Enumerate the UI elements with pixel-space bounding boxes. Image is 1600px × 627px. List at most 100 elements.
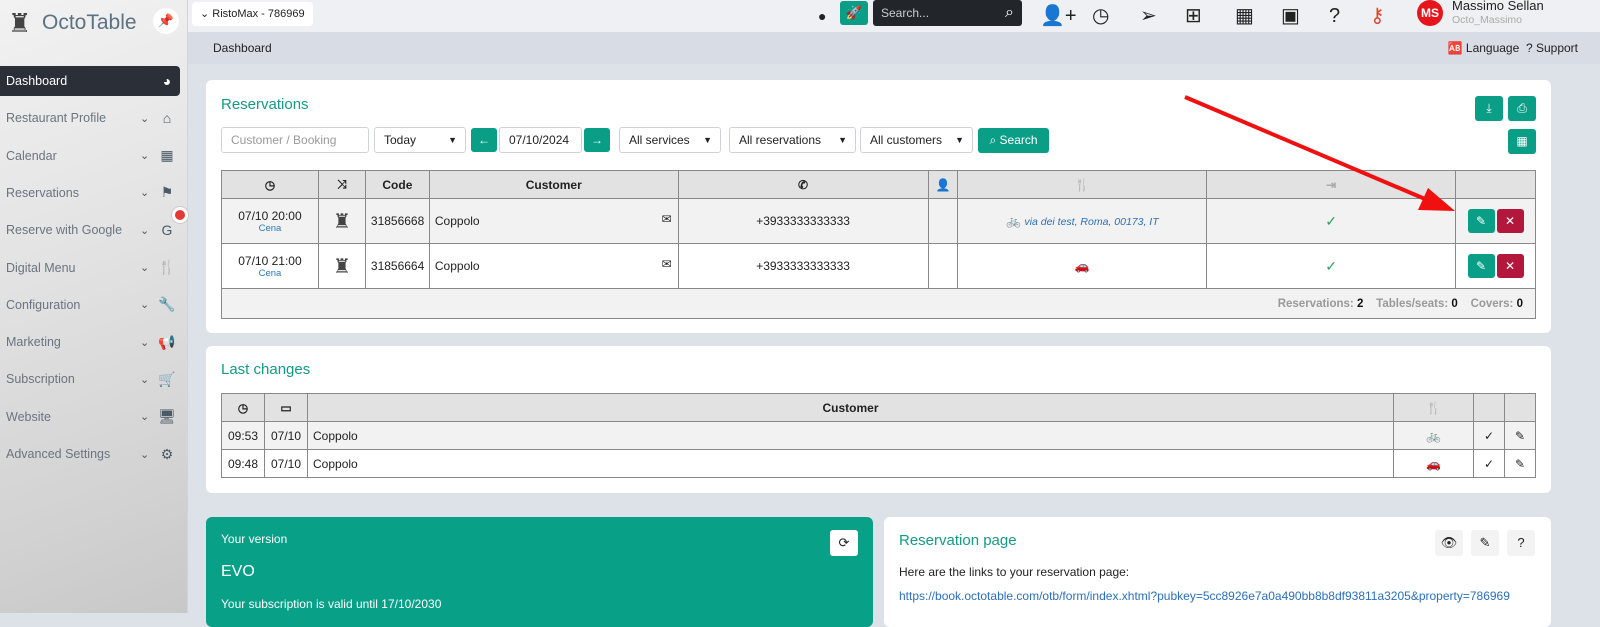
sidebar-item-digital-menu[interactable]: Digital Menu ⌄ 🍴	[0, 253, 180, 283]
view-button[interactable]: 👁	[1435, 530, 1463, 556]
add-user-icon[interactable]: 👤+	[1040, 4, 1077, 28]
print-button[interactable]: ⎙	[1508, 96, 1536, 121]
send-icon[interactable]: ➢	[1140, 4, 1157, 28]
chef-icon: ♜	[317, 198, 366, 244]
day-value: Today	[384, 133, 417, 147]
sidebar-item-dashboard[interactable]: Dashboard ◕	[0, 66, 180, 96]
status-dot-icon: ●	[818, 8, 827, 24]
refresh-button[interactable]: ⟳	[830, 530, 858, 556]
person-header-icon: 👤	[927, 170, 959, 199]
bike-icon: 🚲	[1393, 421, 1474, 450]
time-header-icon[interactable]: ◷	[221, 170, 319, 199]
restaurant-name: RistoMax - 786969	[212, 8, 305, 20]
edit-reservation-button[interactable]: ✎	[1467, 254, 1495, 278]
help-icon[interactable]: ?	[1329, 4, 1340, 28]
breadcrumb-current: Dashboard	[213, 41, 272, 55]
customer-search-input[interactable]: Customer / Booking	[221, 127, 369, 153]
code-header[interactable]: Code	[364, 170, 430, 199]
customer-header[interactable]: Customer	[428, 170, 679, 199]
support-link[interactable]: ? Support	[1526, 41, 1578, 55]
sidebar-item-label: Dashboard	[6, 74, 68, 88]
sidebar-item-reserve-with-google[interactable]: Reserve with Google ⌄ G	[0, 215, 180, 245]
edit-button[interactable]: ✎	[1471, 530, 1499, 556]
reservations-select[interactable]: All reservations ▼	[729, 127, 856, 153]
last-changes-table: ◷ ▭ Customer 🍴 09:53 07/10 Coppolo 🚲 ✓ ✎…	[221, 393, 1536, 478]
sidebar-item-label: Subscription	[6, 372, 75, 387]
customer-name[interactable]: Coppolo	[435, 259, 480, 273]
chevron-down-icon: ⌄	[140, 299, 150, 312]
date-input[interactable]: 07/10/2024	[499, 127, 582, 153]
change-time: 09:48	[221, 449, 265, 478]
user-name[interactable]: Massimo Sellan	[1452, 0, 1544, 13]
version-card: Your version EVO Your subscription is va…	[206, 517, 873, 627]
reservation-page-link[interactable]: https://book.octotable.com/otb/form/inde…	[899, 589, 1510, 603]
chevron-down-icon: ⌄	[140, 187, 150, 200]
change-customer: Coppolo	[307, 449, 1394, 478]
chevron-down-icon: ⌄	[140, 262, 150, 274]
check-icon: ✓	[1206, 198, 1456, 244]
sitemap-icon[interactable]: ⊞	[1185, 4, 1202, 28]
sidebar-item-reservations[interactable]: Reservations ⌄ ⚑	[0, 178, 180, 208]
edit-icon[interactable]: ✎	[1504, 421, 1536, 450]
sidebar-item-configuration[interactable]: Configuration ⌄ 🔧	[0, 290, 180, 320]
sidebar-item-label: Reservations	[6, 185, 79, 200]
sidebar-item-label: Digital Menu	[6, 260, 76, 275]
search-icon[interactable]: ⌕	[1005, 0, 1014, 26]
services-select[interactable]: All services ▼	[619, 127, 721, 153]
change-date: 07/10	[264, 449, 308, 478]
reservations-card: Reservations ⤓ ⎙ ▦ Customer / Booking To…	[206, 80, 1551, 333]
sidebar-item-website[interactable]: Website ⌄ 🖥	[0, 402, 180, 432]
sidebar-item-marketing[interactable]: Marketing ⌄ 📢	[0, 327, 180, 357]
key-icon[interactable]: ⚷	[1370, 4, 1385, 28]
user-login: Octo_Massimo	[1452, 14, 1523, 26]
day-select[interactable]: Today ▼	[374, 127, 466, 153]
download-button[interactable]: ⤓	[1475, 96, 1503, 121]
table-row[interactable]: 07/10 21:00 Cena ♜ 31856664 Coppolo ✉ +393…	[221, 243, 1536, 289]
images-icon[interactable]: ▣	[1281, 4, 1300, 28]
logo[interactable]: ♜ OctoTable	[8, 6, 137, 40]
search-input[interactable]: Search... ⌕	[873, 0, 1022, 26]
monitor-icon: 🖥	[158, 408, 176, 425]
sidebar-item-restaurant-profile[interactable]: Restaurant Profile ⌄ ⌂	[0, 103, 180, 133]
shuffle-header-icon[interactable]: ⤨	[317, 170, 366, 199]
check-icon: ✓	[1206, 243, 1456, 289]
restaurant-selector[interactable]: ⌄ RistoMax - 786969	[192, 2, 313, 26]
envelope-icon[interactable]: ✉	[662, 257, 672, 271]
envelope-icon[interactable]: ✉	[662, 212, 672, 226]
car-icon: 🚗	[1393, 449, 1474, 478]
language-link[interactable]: 🆎 Language	[1448, 41, 1520, 55]
change-customer: Coppolo	[307, 421, 1394, 450]
prev-day-button[interactable]: ←	[471, 128, 497, 152]
list-item: 09:53 07/10 Coppolo 🚲 ✓ ✎	[221, 421, 1536, 450]
customer-name[interactable]: Coppolo	[435, 214, 480, 228]
delete-reservation-button[interactable]: ✕	[1496, 209, 1524, 233]
chevron-down-icon: ⌄	[140, 411, 150, 424]
calendar-button[interactable]: ▦	[1508, 129, 1536, 154]
delivery-address: via dei test, Roma, 00173, IT	[1024, 216, 1159, 228]
customers-select[interactable]: All customers ▼	[860, 127, 973, 153]
sidebar-item-subscription[interactable]: Subscription ⌄ 🛒	[0, 364, 180, 394]
search-button[interactable]: ⌕ Search	[978, 128, 1049, 153]
calendar-icon[interactable]: ▦	[1235, 4, 1254, 28]
reservation-datetime: 07/10 21:00	[238, 253, 302, 268]
chevron-down-icon: ⌄	[140, 448, 150, 461]
delete-reservation-button[interactable]: ✕	[1496, 254, 1524, 278]
edit-header	[1504, 393, 1536, 422]
reservations-table: ◷ ⤨ Code Customer ✆ 👤 🍴 ⇥ 07/10 20:00 Cen…	[221, 170, 1536, 319]
next-day-button[interactable]: →	[584, 128, 610, 152]
chevron-down-icon: ⌄	[140, 150, 150, 163]
sidebar-item-calendar[interactable]: Calendar ⌄ ▦	[0, 141, 180, 171]
search-label: Search	[999, 133, 1038, 147]
rocket-button[interactable]: 🚀	[840, 1, 868, 25]
reservations-summary: Reservations: 2 Tables/seats: 0 Covers: …	[221, 288, 1536, 319]
edit-icon[interactable]: ✎	[1504, 449, 1536, 478]
help-button[interactable]: ?	[1507, 530, 1535, 556]
megaphone-icon: 📢	[158, 333, 176, 350]
pin-icon[interactable]: 📌	[153, 8, 179, 34]
table-row[interactable]: 07/10 20:00 Cena ♜ 31856668 Coppolo ✉ +393…	[221, 198, 1536, 244]
google-icon: G	[161, 222, 173, 239]
clock-icon[interactable]: ◷	[1092, 4, 1109, 28]
edit-reservation-button[interactable]: ✎	[1467, 209, 1495, 233]
sidebar-item-advanced-settings[interactable]: Advanced Settings ⌄ ⚙	[0, 439, 180, 469]
avatar[interactable]: MS	[1417, 0, 1443, 26]
